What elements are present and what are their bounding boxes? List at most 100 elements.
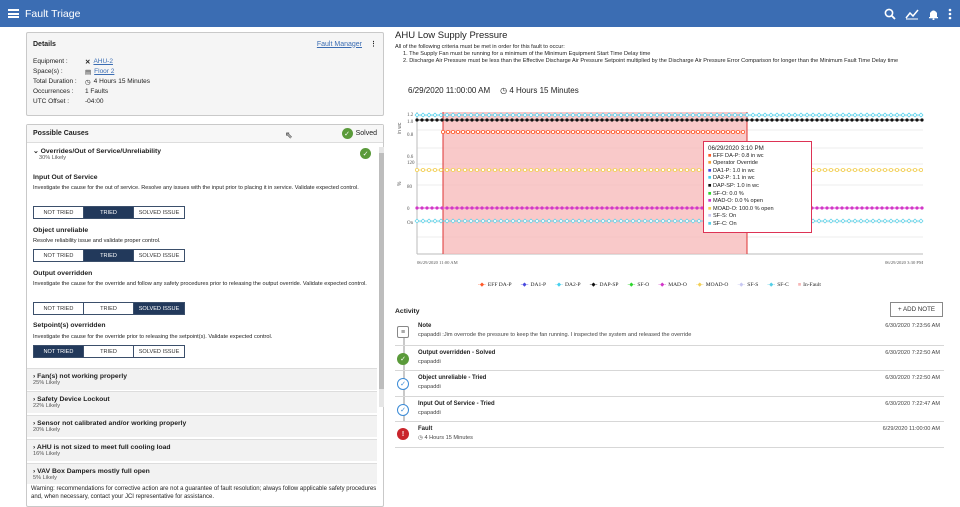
tried-button[interactable]: TRIED xyxy=(84,303,134,314)
fault-trend-chart[interactable]: 1.2 1.0 0.8 0.6120 80 0 On in wc% 06/29/2020 11:… xyxy=(395,104,945,279)
point-mad-o xyxy=(590,206,594,210)
solved-issue-button[interactable]: SOLVED ISSUE xyxy=(134,303,184,314)
menu-icon[interactable] xyxy=(8,9,19,18)
legend-item[interactable]: -◆- DAP-SP xyxy=(590,282,619,288)
fault-title: AHU Low Supply Pressure xyxy=(395,30,508,41)
legend-item[interactable]: -◆- DA1-P xyxy=(521,282,547,288)
point-moad-o xyxy=(870,168,875,173)
point-dap-sp xyxy=(790,118,794,122)
legend-item[interactable]: -◆- EFF DA-P xyxy=(478,282,512,288)
tried-button[interactable]: TRIED xyxy=(84,250,134,261)
point-moad-o xyxy=(540,168,545,173)
solved-check-icon: ✓ xyxy=(360,148,371,159)
solved-issue-button[interactable]: SOLVED ISSUE xyxy=(134,250,184,261)
point-mad-o xyxy=(450,206,454,210)
point-dap-sp xyxy=(480,118,484,122)
cause-group-likely: 5% Likely xyxy=(33,475,57,481)
activity-date: 6/30/2020 7:22:50 AM xyxy=(885,350,940,356)
point-mad-o xyxy=(915,206,919,210)
point-dap-sp xyxy=(720,118,724,122)
item-desc: Resolve reliability issue and validate p… xyxy=(33,238,161,244)
tooltip-line: ■ SF-O: 0.0 % xyxy=(708,191,807,199)
point-moad-o xyxy=(919,168,924,173)
bell-icon[interactable] xyxy=(928,8,939,20)
cause-group-sizing[interactable]: › AHU is not sized to meet full cooling … xyxy=(27,439,377,461)
fault-manager-link[interactable]: Fault Manager xyxy=(317,41,362,48)
activity-date: 6/30/2020 7:22:50 AM xyxy=(885,375,940,381)
point-mad-o xyxy=(620,206,624,210)
point-moad-o xyxy=(457,168,462,173)
trend-chart-icon[interactable] xyxy=(905,8,919,20)
tooltip-line: ■ DA2-P: 1.1 in wc xyxy=(708,175,807,183)
occurrences-label: Occurrences : xyxy=(33,88,74,95)
tried-button[interactable]: TRIED xyxy=(84,346,134,357)
tooltip-line: ■ DA1-P: 1.0 in wc xyxy=(708,168,807,176)
legend-item[interactable]: -◆- MOAD-O xyxy=(696,282,729,288)
point-eff-da-p xyxy=(461,129,466,134)
cause-group-likely: 16% Likely xyxy=(33,451,61,457)
point-eff-da-p xyxy=(660,129,665,134)
point-dap-sp xyxy=(425,118,429,122)
y-tick-label: 0.6 xyxy=(407,155,414,160)
x-tick-label: 06/29/2020 3:30 PM xyxy=(885,260,923,265)
point-dap-sp xyxy=(885,118,889,122)
cause-group-safety[interactable]: › Safety Device Lockout 22% Likely xyxy=(27,391,377,413)
point-eff-da-p xyxy=(491,129,496,134)
point-mad-o xyxy=(895,206,899,210)
cause-group-sensor[interactable]: › Sensor not calibrated and/or working p… xyxy=(27,415,377,437)
cursor-icon: ⇖ xyxy=(285,130,293,140)
scrollbar-thumb[interactable] xyxy=(379,153,384,389)
legend-item[interactable]: -◆- SF-O xyxy=(627,282,649,288)
legend-item[interactable]: -◆- MAD-O xyxy=(658,282,687,288)
legend-swatch: -◆- xyxy=(555,282,563,288)
cause-group-likely: 20% Likely xyxy=(33,427,61,433)
cause-group-vav[interactable]: › VAV Box Dampers mostly full open 5% Lik… xyxy=(27,463,377,484)
tried-button[interactable]: TRIED xyxy=(84,207,134,218)
point-dap-sp xyxy=(555,118,559,122)
not-tried-button[interactable]: NOT TRIED xyxy=(34,207,84,218)
point-mad-o xyxy=(695,206,699,210)
point-moad-o xyxy=(564,168,569,173)
point-mad-o xyxy=(505,206,509,210)
space-link[interactable]: Floor 2 xyxy=(94,68,114,76)
point-eff-da-p xyxy=(476,129,481,134)
point-moad-o xyxy=(505,168,510,173)
chevron-right-icon: › xyxy=(33,373,36,380)
point-mad-o xyxy=(445,206,449,210)
not-tried-button[interactable]: NOT TRIED xyxy=(34,346,84,357)
search-icon[interactable] xyxy=(884,8,896,20)
point-dap-sp xyxy=(650,118,654,122)
point-mad-o xyxy=(910,206,914,210)
legend-label: MOAD-O xyxy=(705,282,729,288)
point-eff-da-p xyxy=(610,129,615,134)
point-mad-o xyxy=(650,206,654,210)
scrollbar[interactable] xyxy=(379,147,384,407)
legend-item[interactable]: -◆- SF-C xyxy=(767,282,789,288)
point-moad-o xyxy=(546,168,551,173)
not-tried-button[interactable]: NOT TRIED xyxy=(34,303,84,314)
legend-label: SF-S xyxy=(747,282,759,288)
point-eff-da-p xyxy=(525,129,530,134)
point-moad-o xyxy=(511,168,516,173)
cause-group-fans[interactable]: › Fan(s) not working properly 25% Likely xyxy=(27,368,377,390)
fault-criteria: All of the following criteria must be me… xyxy=(395,44,945,65)
solved-issue-button[interactable]: SOLVED ISSUE xyxy=(134,346,184,357)
legend-item[interactable]: ■ In-Fault xyxy=(798,282,821,288)
fault-timestamp: 6/29/2020 11:00:00 AM ◷ 4 Hours 15 Minut… xyxy=(408,86,579,95)
point-dap-sp xyxy=(605,118,609,122)
point-moad-o xyxy=(852,168,857,173)
not-tried-button[interactable]: NOT TRIED xyxy=(34,250,84,261)
point-eff-da-p xyxy=(471,129,476,134)
point-dap-sp xyxy=(765,118,769,122)
more-vertical-icon[interactable] xyxy=(948,8,952,20)
tooltip-text: DA1-P: 1.0 in wc xyxy=(712,167,755,174)
solved-issue-button[interactable]: SOLVED ISSUE xyxy=(134,207,184,218)
details-more-icon[interactable]: ⋮ xyxy=(370,40,377,48)
point-mad-o xyxy=(485,206,489,210)
point-mad-o xyxy=(535,206,539,210)
cause-group-overrides[interactable]: ⌄ Overrides/Out of Service/Unreliability… xyxy=(27,144,379,166)
legend-item[interactable]: -◆- DA2-P xyxy=(555,282,581,288)
equipment-link[interactable]: AHU-2 xyxy=(93,58,113,66)
legend-item[interactable]: -◆- SF-S xyxy=(737,282,758,288)
add-note-button[interactable]: + ADD NOTE xyxy=(890,302,943,317)
